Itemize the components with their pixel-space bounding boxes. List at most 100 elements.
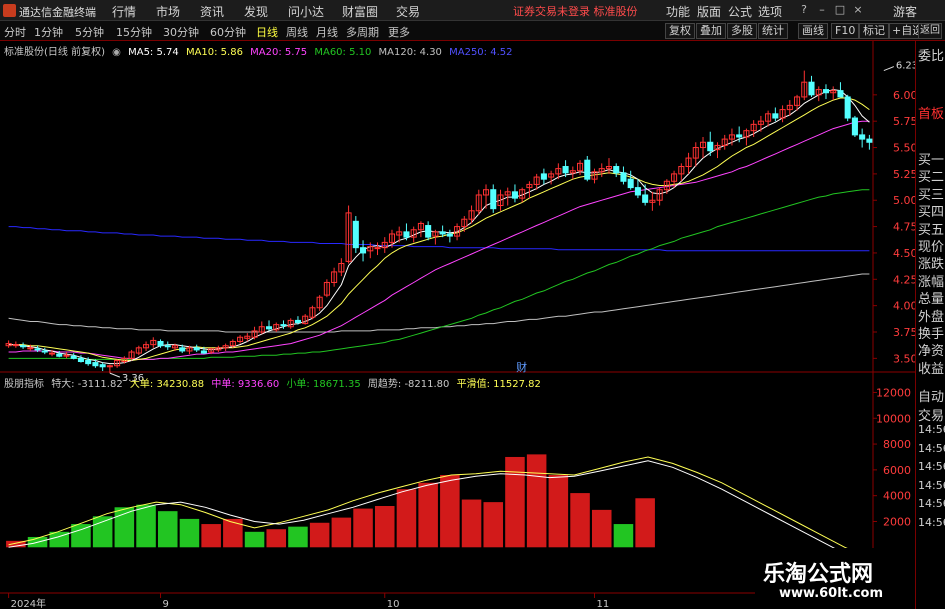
indicator-bar (613, 524, 634, 548)
candle-body (627, 178, 634, 189)
right-panel-item: 现价 (918, 240, 945, 255)
y-tick-label: 3.50 (893, 352, 915, 365)
chart-area[interactable]: 3.50 3.75 4.00 4.25 4.50 4.75 5.00 5.25 5.50 5.75… (0, 41, 915, 609)
minimize-icon[interactable]: – (814, 2, 830, 18)
candle-body (736, 134, 743, 138)
adjust-button[interactable]: 复权 (665, 23, 695, 39)
overlay-button[interactable]: 叠加 (696, 23, 726, 39)
mid-label: 中单: 9336.60 (211, 379, 280, 390)
login-warning[interactable]: 证券交易未登录 标准股份 (513, 3, 638, 19)
candle-body (99, 364, 106, 368)
period-more[interactable]: 更多 (388, 24, 410, 40)
period-multi[interactable]: 多周期 (346, 24, 379, 40)
annotation-label: 6.23 (896, 61, 915, 72)
candle-body (859, 134, 866, 140)
right-panel-item: 首板 (918, 107, 945, 122)
indicator-bar (461, 499, 482, 548)
back-button[interactable]: 返回 (918, 23, 942, 39)
draw-button[interactable]: 画线 (798, 23, 828, 39)
x-tick-label: 11 (597, 599, 610, 609)
indicator-y-tick-label: 10000 (876, 412, 911, 425)
settings-icon[interactable]: ◉ (112, 47, 121, 58)
menu-news[interactable]: 资讯 (200, 3, 224, 20)
close-icon[interactable]: × (850, 2, 866, 18)
stats-button[interactable]: 统计 (758, 23, 788, 39)
mark-button[interactable]: 标记 (859, 23, 889, 39)
indicator-y-tick-label: 6000 (883, 464, 911, 477)
period-15min[interactable]: 15分钟 (116, 24, 152, 40)
menu-formula[interactable]: 公式 (728, 3, 752, 20)
right-info-panel: 委比首板买一买二买三买四买五现价涨跌涨幅总量外盘换手净资收益自动交易14:561… (915, 41, 945, 609)
right-panel-item: 净资 (918, 344, 945, 360)
multi-stock-button[interactable]: 多股 (727, 23, 757, 39)
period-1min[interactable]: 1分钟 (34, 24, 63, 40)
indicator-bar (440, 475, 460, 548)
candle-body (707, 141, 714, 152)
period-60min[interactable]: 60分钟 (210, 24, 246, 40)
period-weekly[interactable]: 周线 (286, 24, 308, 40)
candle-body (77, 357, 84, 363)
small-label: 小单: 18671.35 (286, 379, 361, 390)
menu-options[interactable]: 选项 (758, 3, 782, 20)
right-panel-item: 14:56 (918, 460, 945, 473)
right-panel-item: 14:56 (918, 497, 945, 510)
indicator-y-tick-label: 12000 (876, 386, 911, 399)
smooth-label: 平滑值: 11527.82 (456, 379, 541, 390)
help-icon[interactable]: ? (796, 2, 812, 18)
candle-body (772, 113, 779, 119)
indicator-bar (223, 518, 243, 548)
ma60-line (8, 189, 870, 360)
period-intraday[interactable]: 分时 (4, 24, 26, 40)
period-monthly[interactable]: 月线 (316, 24, 338, 40)
f10-button[interactable]: F10 (831, 23, 860, 39)
menu-ask[interactable]: 问小达 (288, 3, 324, 20)
candle-body (157, 340, 164, 347)
menu-market[interactable]: 市场 (156, 3, 180, 20)
app-logo-icon (3, 4, 16, 17)
y-tick-label: 4.75 (893, 221, 915, 234)
right-panel-item: 14:56 (918, 441, 945, 455)
period-30min[interactable]: 30分钟 (163, 24, 199, 40)
candle-body (92, 362, 99, 367)
candle-body (511, 191, 518, 199)
indicator-bar (331, 517, 352, 548)
candle-body (265, 326, 273, 330)
maximize-icon[interactable]: □ (832, 2, 848, 18)
right-panel-item: 14:56 (918, 423, 945, 436)
y-tick-label: 5.25 (893, 168, 915, 181)
menu-layout[interactable]: 版面 (697, 3, 721, 20)
ma5-line (8, 89, 870, 365)
indicator-bar (483, 502, 504, 548)
candle-body (41, 350, 48, 353)
ma-legend: 标准股份(日线 前复权) ◉ MA5: 5.74 MA10: 5.86 MA20… (4, 43, 516, 58)
menu-quotes[interactable]: 行情 (112, 3, 136, 20)
candle-body (85, 359, 92, 365)
indicator-bar (244, 531, 265, 548)
indicator-bar (396, 489, 417, 548)
candle-body (56, 353, 63, 357)
y-tick-label: 4.50 (893, 247, 915, 260)
candle-body (490, 189, 497, 210)
menu-trade[interactable]: 交易 (396, 3, 420, 20)
menu-function[interactable]: 功能 (666, 3, 690, 20)
right-panel-item: 买三 (918, 187, 945, 203)
period-daily[interactable]: 日线 (256, 24, 278, 40)
right-panel-item: 外盘 (918, 309, 945, 325)
menu-wealth[interactable]: 财富圈 (342, 3, 378, 20)
indicator-bar (570, 493, 590, 548)
right-panel-item: 交易 (918, 408, 945, 424)
app-title: 通达信金融终端 (19, 6, 96, 19)
candle-body (352, 220, 359, 249)
candle-body (200, 350, 207, 354)
right-panel-item: 涨幅 (918, 274, 945, 290)
title-bar: 通达信金融终端 行情 市场 资讯 发现 问小达 财富圈 交易 证券交易未登录 标… (0, 0, 945, 21)
period-5min[interactable]: 5分钟 (75, 24, 104, 40)
indicator-bar (136, 504, 156, 548)
right-panel-item: 14:56 (918, 515, 945, 529)
super-label: 特大: -3111.82 (51, 379, 123, 390)
guest-label[interactable]: 游客 (893, 3, 917, 20)
watermark: 乐淘公式网 www.60lt.com (755, 548, 915, 609)
indicator-bar (157, 511, 178, 548)
indicator-y-tick-label: 8000 (883, 438, 911, 451)
menu-discover[interactable]: 发现 (244, 3, 268, 20)
